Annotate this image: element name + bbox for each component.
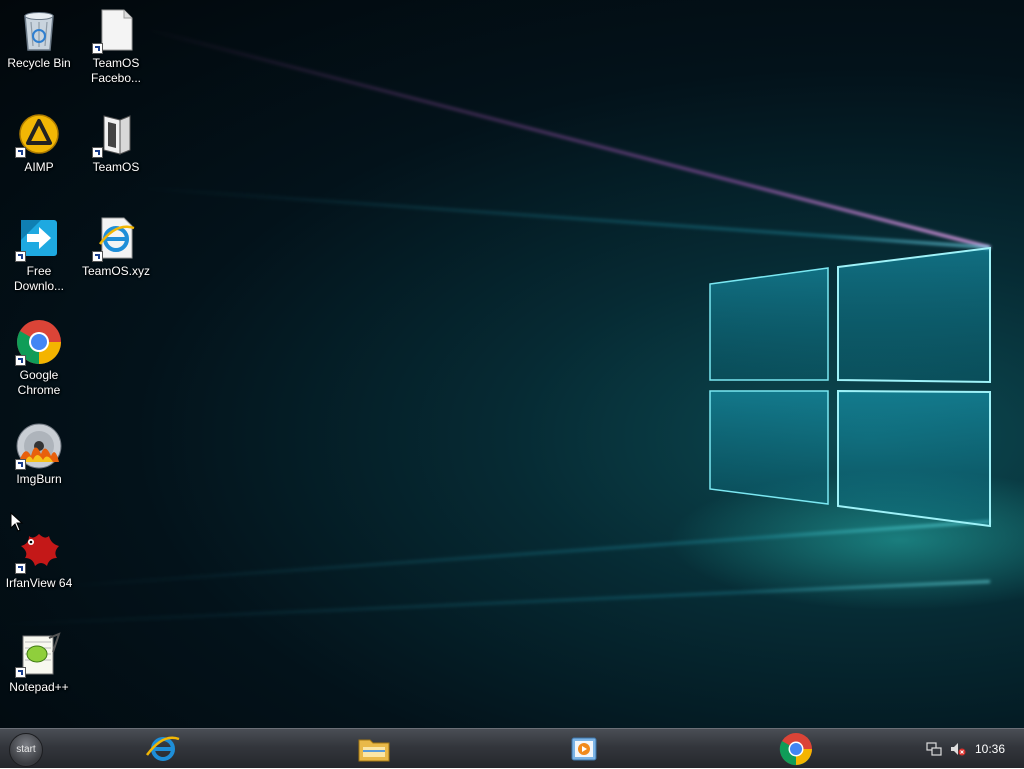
desktop-icon-irfanview[interactable]: IrfanView 64 [1, 526, 77, 591]
shortcut-arrow-icon [92, 43, 103, 54]
desktop-icon-teamos[interactable]: TeamOS [78, 110, 154, 175]
clock[interactable]: 10:36 [975, 742, 1005, 756]
shortcut-arrow-icon [15, 563, 26, 574]
desktop-icon-recycle-bin[interactable]: Recycle Bin [1, 6, 77, 71]
desktop-icon-imgburn[interactable]: ImgBurn [1, 422, 77, 487]
desktop-icon-notepadpp[interactable]: Notepad++ [1, 630, 77, 695]
teamos-facebook-label: TeamOS Facebo... [90, 56, 142, 85]
taskbar-button-google-chrome[interactable] [778, 731, 814, 767]
taskbar: start 10:36 [0, 728, 1024, 768]
desktop-icon-free-download[interactable]: Free Downlo... [1, 214, 77, 294]
taskbar-button-file-explorer[interactable] [356, 731, 392, 767]
chrome-icon [779, 733, 812, 766]
start-button-label: start [16, 744, 36, 755]
volume-muted-icon[interactable] [950, 741, 966, 757]
shortcut-arrow-icon [92, 251, 103, 262]
folder-icon [358, 739, 390, 762]
mouse-cursor-icon [10, 512, 24, 532]
imgburn-label: ImgBurn [16, 472, 62, 486]
media-player-icon [571, 737, 597, 761]
notepadpp-label: Notepad++ [9, 680, 69, 694]
free-download-label: Free Downlo... [13, 264, 65, 293]
irfanview-label: IrfanView 64 [5, 576, 73, 590]
desktop-icon-google-chrome[interactable]: Google Chrome [1, 318, 77, 398]
teamos-label: TeamOS [92, 160, 140, 174]
start-button[interactable]: start [9, 733, 43, 767]
taskbar-button-media-player[interactable] [566, 731, 602, 767]
network-icon[interactable] [926, 741, 942, 757]
system-tray: 10:36 [914, 729, 1024, 769]
shortcut-arrow-icon [92, 147, 103, 158]
shortcut-arrow-icon [15, 251, 26, 262]
internet-explorer-icon [145, 736, 180, 761]
google-chrome-label: Google Chrome [17, 368, 61, 397]
aimp-label: AIMP [24, 160, 54, 174]
shortcut-arrow-icon [15, 147, 26, 158]
shortcut-arrow-icon [15, 667, 26, 678]
recycle-bin-icon [24, 12, 54, 51]
desktop[interactable]: Recycle Bin TeamOS Facebo... AIMP TeamOS… [0, 0, 1024, 728]
desktop-icon-aimp[interactable]: AIMP [1, 110, 77, 175]
recycle-bin-label: Recycle Bin [7, 56, 71, 70]
desktop-icon-teamos-facebook[interactable]: TeamOS Facebo... [78, 6, 154, 86]
desktop-icon-teamos-xyz[interactable]: TeamOS.xyz [78, 214, 154, 279]
shortcut-arrow-icon [15, 459, 26, 470]
taskbar-button-internet-explorer[interactable] [145, 731, 181, 767]
shortcut-arrow-icon [15, 355, 26, 366]
teamos-xyz-label: TeamOS.xyz [81, 264, 150, 278]
